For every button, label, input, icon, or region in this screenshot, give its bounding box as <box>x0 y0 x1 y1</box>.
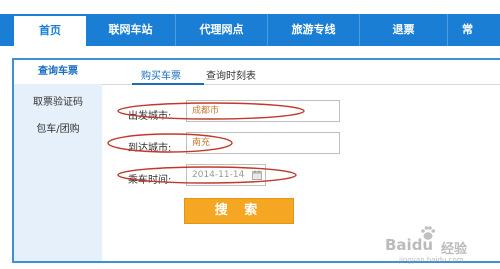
watermark-url: jingyan.baidu.com <box>399 256 464 264</box>
top-strip <box>0 0 500 14</box>
sidebar: 查询车票 取票验证码 包车/团购 <box>14 60 102 261</box>
sidebar-item-query-tickets[interactable]: 查询车票 <box>14 60 102 84</box>
sidebar-item-pickup-code[interactable]: 取票验证码 <box>14 93 102 108</box>
nav-item-home[interactable]: 首页 <box>14 16 86 46</box>
tab-active-indicator <box>132 83 204 85</box>
search-button[interactable]: 搜 索 <box>184 198 294 224</box>
baidu-jingyan-watermark: Baidu 经验 jingyan.baidu.com <box>385 222 497 266</box>
arrival-label: 到达城市: <box>128 143 172 154</box>
tab-timetable[interactable]: 查询时刻表 <box>206 67 256 82</box>
nav-item-tourism[interactable]: 旅游专线 <box>268 14 360 46</box>
nav-item-network-stations[interactable]: 联网车站 <box>86 14 176 46</box>
sidebar-item-charter[interactable]: 包车/团购 <box>14 120 102 135</box>
nav-item-more[interactable]: 常 <box>448 14 500 46</box>
departure-label: 出发城市: <box>128 111 172 122</box>
tab-buy-tickets[interactable]: 购买车票 <box>141 67 181 82</box>
nav-item-agents[interactable]: 代理网点 <box>176 14 268 46</box>
main-nav: 首页 联网车站 代理网点 旅游专线 退票 常 <box>0 14 500 46</box>
date-label: 乘车时间: <box>128 175 172 186</box>
date-input[interactable]: 2014-11-14 <box>186 164 266 186</box>
nav-item-refund[interactable]: 退票 <box>360 14 448 46</box>
arrival-input[interactable]: 南充 <box>186 132 340 154</box>
departure-input[interactable]: 成都市 <box>186 100 340 122</box>
date-value: 2014-11-14 <box>192 170 245 180</box>
calendar-icon[interactable] <box>252 170 262 180</box>
watermark-suffix: 经验 <box>441 242 468 257</box>
watermark-brand: Baidu <box>385 236 434 254</box>
